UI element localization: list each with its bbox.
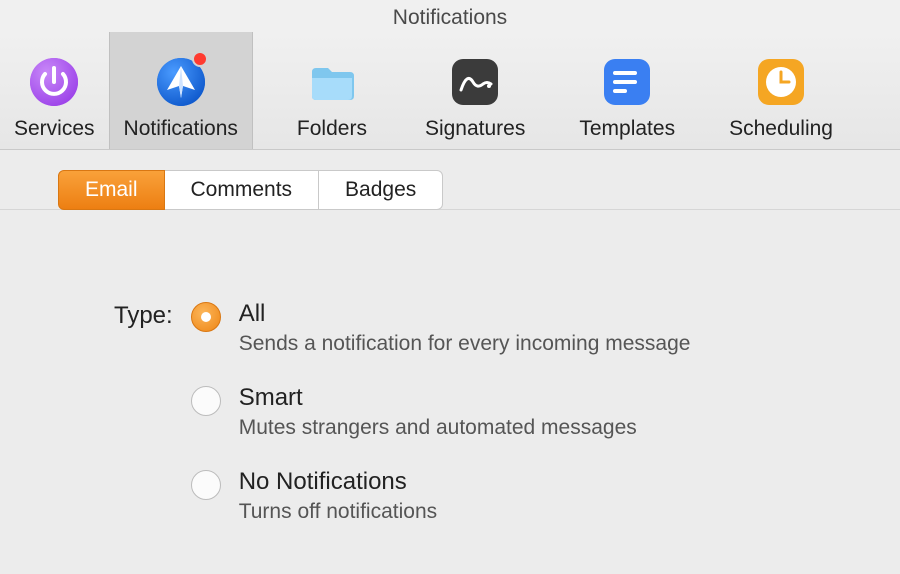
window-title: Notifications <box>0 0 900 32</box>
toolbar-label: Templates <box>579 117 675 141</box>
radio-desc: Mutes strangers and automated messages <box>239 416 637 440</box>
signature-icon <box>446 53 504 111</box>
type-label: Type: <box>114 300 173 330</box>
paper-plane-icon <box>152 53 210 111</box>
tab-badges[interactable]: Badges <box>318 170 443 210</box>
radio-title: Smart <box>239 384 637 412</box>
radio-title: All <box>239 300 691 328</box>
power-icon <box>25 53 83 111</box>
toolbar-label: Notifications <box>124 117 238 141</box>
type-section: Type: All Sends a notification for every… <box>114 300 900 524</box>
toolbar-label: Folders <box>297 117 367 141</box>
toolbar-label: Services <box>14 117 95 141</box>
radio-icon <box>191 302 221 332</box>
toolbar-item-folders[interactable]: Folders <box>283 32 381 149</box>
radio-icon <box>191 470 221 500</box>
radio-desc: Sends a notification for every incoming … <box>239 332 691 356</box>
radio-title: No Notifications <box>239 468 437 496</box>
subtabs: Email Comments Badges <box>58 170 900 210</box>
preferences-toolbar: Services Notifications Folders Signature… <box>0 32 900 150</box>
radio-option-all[interactable]: All Sends a notification for every incom… <box>191 300 691 356</box>
tab-comments[interactable]: Comments <box>164 170 320 210</box>
radio-group-type: All Sends a notification for every incom… <box>191 300 691 524</box>
radio-option-none[interactable]: No Notifications Turns off notifications <box>191 468 691 524</box>
folder-icon <box>303 53 361 111</box>
toolbar-item-services[interactable]: Services <box>0 32 109 149</box>
radio-icon <box>191 386 221 416</box>
toolbar-label: Scheduling <box>729 117 833 141</box>
radio-desc: Turns off notifications <box>239 500 437 524</box>
toolbar-item-signatures[interactable]: Signatures <box>411 32 539 149</box>
radio-option-smart[interactable]: Smart Mutes strangers and automated mess… <box>191 384 691 440</box>
toolbar-label: Signatures <box>425 117 525 141</box>
content-area: Email Comments Badges Type: All Sends a … <box>0 150 900 524</box>
toolbar-item-scheduling[interactable]: Scheduling <box>715 32 847 149</box>
toolbar-item-notifications[interactable]: Notifications <box>109 32 253 149</box>
toolbar-item-templates[interactable]: Templates <box>565 32 689 149</box>
tab-email[interactable]: Email <box>58 170 165 210</box>
clock-icon <box>752 53 810 111</box>
templates-icon <box>598 53 656 111</box>
notification-dot-icon <box>192 51 208 67</box>
